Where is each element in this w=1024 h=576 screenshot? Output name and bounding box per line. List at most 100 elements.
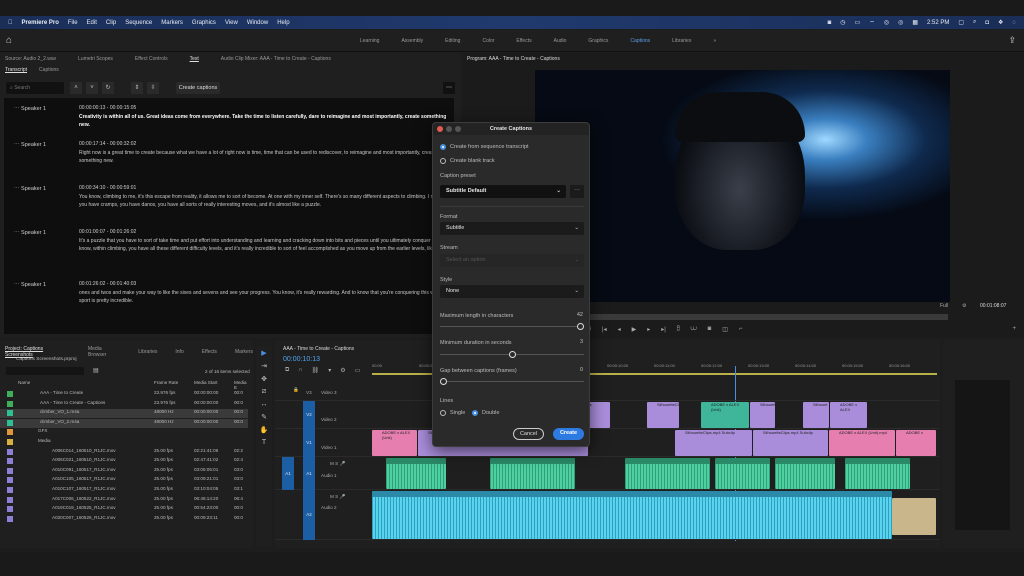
caption-preset-select[interactable]: Subtitle Default ⌄ xyxy=(440,185,566,198)
menu-markers[interactable]: Markers xyxy=(161,20,183,26)
comparison-icon[interactable]: ◫ xyxy=(722,326,728,333)
label-color-swatch[interactable] xyxy=(7,400,13,407)
radio-double[interactable] xyxy=(472,410,478,416)
tab-lumetri-scopes[interactable]: Lumetri Scopes xyxy=(78,56,113,62)
segment-text[interactable]: It's a puzzle that you have to sort of t… xyxy=(79,237,451,253)
battery-icon[interactable]: ▭ xyxy=(855,19,861,26)
ripple-edit-icon[interactable]: ✥ xyxy=(261,375,267,383)
project-search-input[interactable] xyxy=(6,367,84,375)
zoom-select[interactable]: Full xyxy=(940,303,948,309)
segment-text[interactable]: Creativity is within all of us. Great id… xyxy=(79,113,451,129)
audio-clip-a1[interactable] xyxy=(386,458,446,489)
more-workspaces-icon[interactable]: » xyxy=(713,38,716,44)
audio-clip-a1[interactable] xyxy=(490,458,575,489)
previous-result-button[interactable]: ˄ xyxy=(70,82,82,94)
radio-single[interactable] xyxy=(440,410,446,416)
source-patch-a1[interactable]: A1 xyxy=(282,457,294,490)
split-icon[interactable]: ⇳ xyxy=(147,82,159,94)
label-color-swatch[interactable] xyxy=(7,506,13,513)
slider-knob[interactable] xyxy=(577,323,584,330)
workspace-editing[interactable]: Editing xyxy=(445,38,460,44)
option-double[interactable]: Double xyxy=(482,410,499,416)
clip-v2[interactable]: ADOBE x ALEX (Unit) xyxy=(701,402,749,428)
sequence-tab[interactable]: AAA - Time to Create - Captions xyxy=(283,346,354,352)
tab-audio-clip-mixer[interactable]: Audio Clip Mixer: AAA - Time to Create -… xyxy=(221,56,331,62)
tab-captions[interactable]: Captions xyxy=(39,67,59,73)
clip-v1[interactable]: ADOBE x xyxy=(896,430,936,456)
stream-select[interactable]: Select an option ⌄ xyxy=(440,254,584,267)
clip-v2[interactable]: SilhouetteClips xyxy=(647,402,679,428)
format-select[interactable]: Subtitle ⌄ xyxy=(440,222,584,235)
program-title[interactable]: Program: AAA - Time to Create - Captions xyxy=(467,56,560,62)
search-icon[interactable]: ⌕ xyxy=(973,19,976,26)
clip-v1[interactable]: ADOBE x ALEX (Unit) xyxy=(372,430,417,456)
workspace-libraries[interactable]: Libraries xyxy=(672,38,691,44)
menu-clock[interactable]: 2:52 PM xyxy=(927,20,949,26)
workspace-learning[interactable]: Learning xyxy=(360,38,379,44)
label-color-swatch[interactable] xyxy=(7,410,13,417)
captions-icon[interactable]: ▭ xyxy=(355,367,361,374)
control-center-icon[interactable]: ❖ xyxy=(998,19,1003,26)
add-button-icon[interactable]: + xyxy=(1012,326,1016,332)
clip-v1[interactable]: ADOBE x ALEX (Unit).mp4 xyxy=(829,430,895,456)
project-item[interactable]: A006C021_160510_R1JC.mov 25.00 fps 02:47… xyxy=(0,457,248,466)
clip-v2[interactable]: SilhouetteClips xyxy=(750,402,775,428)
label-color-swatch[interactable] xyxy=(7,419,13,426)
more-options-icon[interactable]: ⋯ xyxy=(443,82,455,94)
menu-app[interactable]: Premiere Pro xyxy=(22,20,59,26)
workspace-assembly[interactable]: Assembly xyxy=(401,38,423,44)
project-item[interactable]: A019C019_160525_R1JC.mov 25.00 fps 00:54… xyxy=(0,505,248,514)
min-duration-slider[interactable] xyxy=(440,351,584,358)
mute-solo-mic-icons[interactable]: M S 🎤 xyxy=(330,461,345,467)
radio-blank-track[interactable] xyxy=(440,158,446,164)
cancel-button[interactable]: Cancel xyxy=(513,428,544,440)
track-target-v2[interactable]: V2 xyxy=(303,401,315,429)
project-item[interactable]: AAA - Time to Create - Captions 23.976 f… xyxy=(0,400,248,409)
marker-icon[interactable]: ▾ xyxy=(328,367,331,374)
menu-window[interactable]: Window xyxy=(247,20,268,26)
project-item[interactable]: climber_VO_1.m4a 48000 Hz 00:00:00:00 00… xyxy=(0,409,248,419)
label-color-swatch[interactable] xyxy=(7,429,13,436)
go-to-in-icon[interactable]: |◂ xyxy=(602,326,607,333)
track-target-a2[interactable]: A2 xyxy=(303,490,315,540)
go-to-out-icon[interactable]: ▸| xyxy=(661,326,666,333)
razor-icon[interactable]: ⧄ xyxy=(262,388,266,396)
lock-icon[interactable]: 🔒 xyxy=(293,387,299,393)
option-from-transcript[interactable]: Create from sequence transcript xyxy=(450,144,529,150)
next-result-button[interactable]: ˅ xyxy=(86,82,98,94)
user-icon[interactable]: ◘ xyxy=(985,20,989,26)
radio-from-transcript[interactable] xyxy=(440,144,446,150)
create-button[interactable]: Create xyxy=(553,428,584,440)
audio-clip-a1[interactable] xyxy=(845,458,910,489)
project-item[interactable]: AAA - Time to Create 23.976 fps 00:00:00… xyxy=(0,390,248,399)
project-item[interactable]: GFX xyxy=(0,428,248,437)
share-icon[interactable]: ⇪ xyxy=(1008,35,1016,46)
zoom-window-icon[interactable] xyxy=(455,126,461,132)
project-item[interactable]: A006C014_160510_R1JC.mov 25.00 fps 02:21… xyxy=(0,448,248,457)
menu-file[interactable]: File xyxy=(68,20,78,26)
tab-text[interactable]: Text xyxy=(190,56,199,62)
label-color-swatch[interactable] xyxy=(7,496,13,503)
tab-libraries[interactable]: Libraries xyxy=(138,349,157,355)
siri-icon[interactable]: ◌ xyxy=(1012,20,1016,26)
new-bin-icon[interactable]: ▤ xyxy=(93,367,99,374)
menu-graphics[interactable]: Graphics xyxy=(192,20,216,26)
workspace-captions[interactable]: Captions xyxy=(630,38,650,44)
label-color-swatch[interactable] xyxy=(7,448,13,455)
status-icon[interactable]: ◎ xyxy=(898,19,903,26)
tab-effects[interactable]: Effects xyxy=(202,349,217,355)
project-item[interactable]: A010C091_160517_R1JC.mov 25.00 fps 03:05… xyxy=(0,467,248,476)
clip-v1[interactable]: SilhouetteClips.mp4 Subclip xyxy=(675,430,752,456)
workspace-graphics[interactable]: Graphics xyxy=(588,38,608,44)
window-icon[interactable]: ▢ xyxy=(958,19,964,26)
snap-icon[interactable]: ∩ xyxy=(298,367,302,374)
audio-clip-a1[interactable] xyxy=(715,458,770,489)
track-select-icon[interactable]: ⇥ xyxy=(261,362,267,370)
label-color-swatch[interactable] xyxy=(7,391,13,397)
audio-clip-a1[interactable] xyxy=(625,458,710,489)
clip-v2[interactable]: ADOBE x ALEX xyxy=(830,402,867,428)
menu-clip[interactable]: Clip xyxy=(106,20,116,26)
audio-clip-a2[interactable] xyxy=(372,491,892,539)
menu-edit[interactable]: Edit xyxy=(87,20,97,26)
segment-text[interactable]: ones and twos and make your way to like … xyxy=(79,289,451,305)
